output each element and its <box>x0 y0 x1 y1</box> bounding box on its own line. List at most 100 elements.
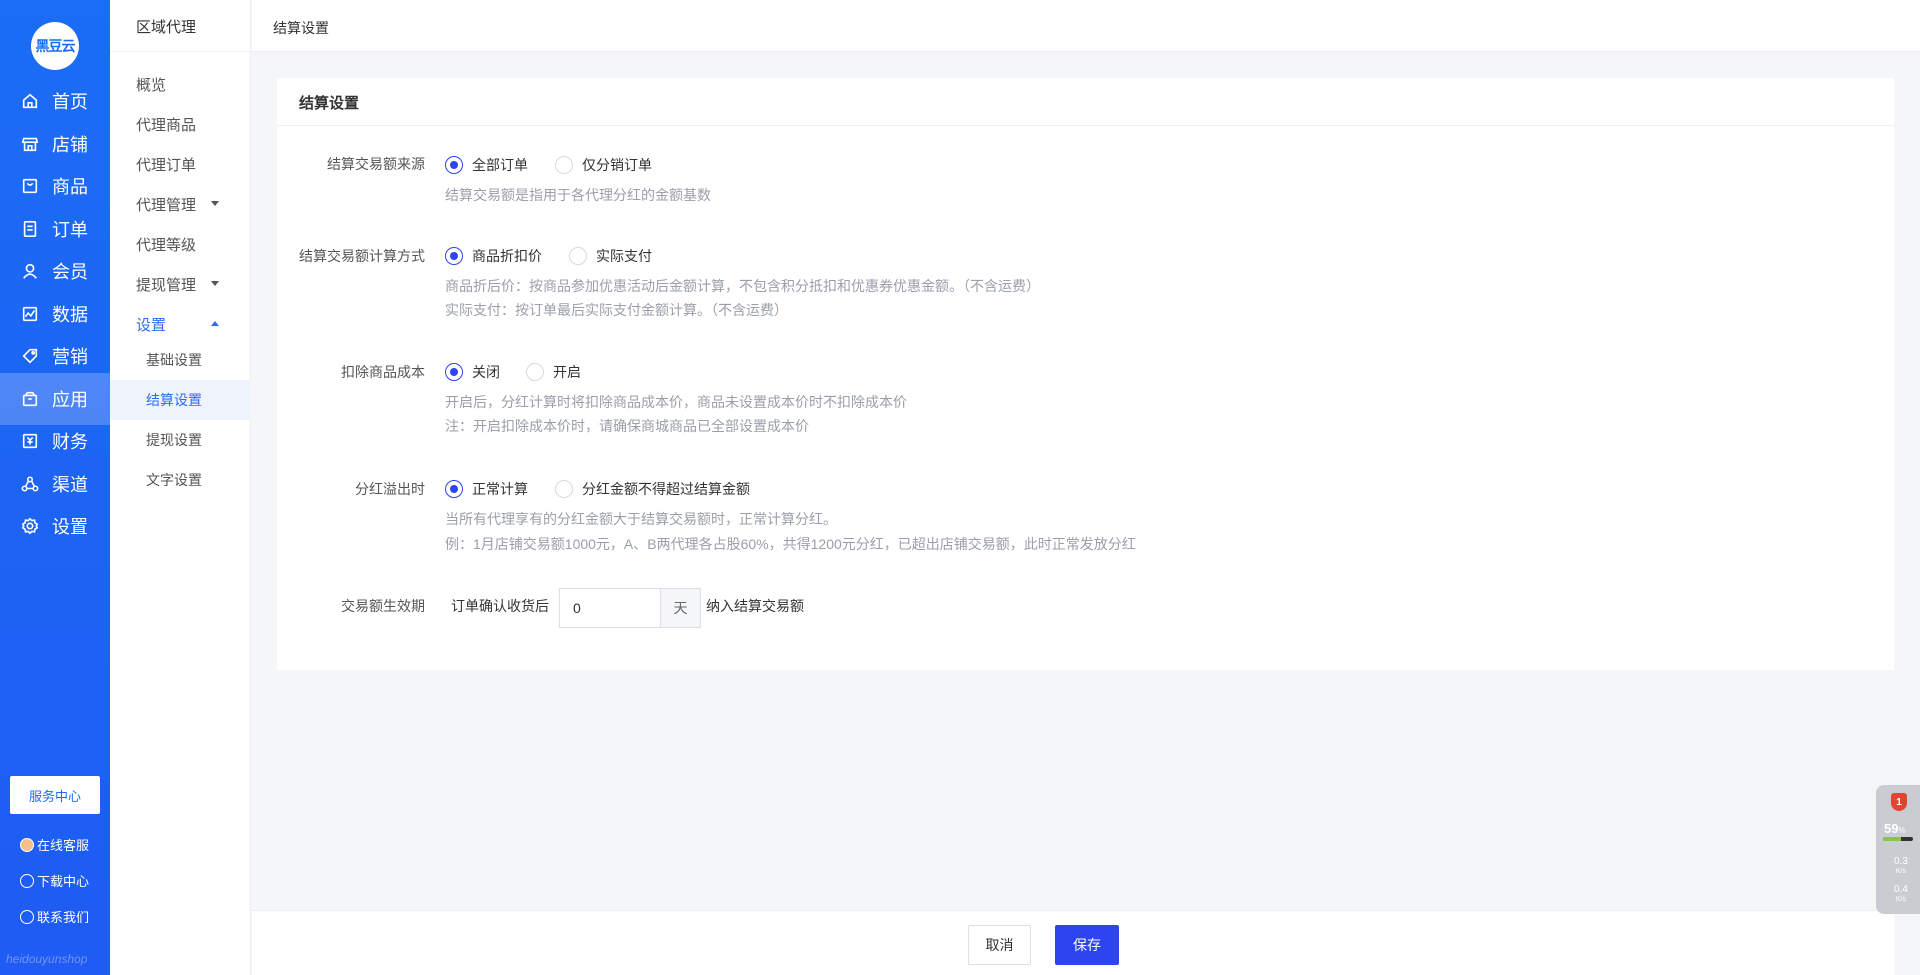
nav-label: 商品 <box>52 177 88 197</box>
sub-nav-agent-level[interactable]: 代理等级 <box>136 234 196 255</box>
radio-circle <box>445 156 463 174</box>
source-hint: 结算交易额是指用于各代理分红的金额基数 <box>445 187 711 203</box>
deduct-cost-option-on[interactable]: 开启 <box>526 362 581 382</box>
download-center-link[interactable]: 下载中心 <box>20 871 89 890</box>
order-icon <box>20 219 40 239</box>
source-option-all-orders[interactable]: 全部订单 <box>445 155 528 175</box>
member-icon <box>20 261 40 281</box>
nav-item-settings[interactable]: 设置 <box>0 500 110 552</box>
memory-usage-bar <box>1883 837 1913 841</box>
sub-nav-agent-goods[interactable]: 代理商品 <box>136 114 196 135</box>
overflow-option-cap[interactable]: 分红金额不得超过结算金额 <box>555 479 750 499</box>
memory-percent-value: 59 <box>1884 821 1899 836</box>
calc-option-actual-payment[interactable]: 实际支付 <box>569 246 652 266</box>
nav-label: 首页 <box>52 92 88 112</box>
sub-nav-text-settings[interactable]: 文字设置 <box>110 460 251 500</box>
overflow-option-normal[interactable]: 正常计算 <box>445 479 528 499</box>
sub-nav-overview[interactable]: 概览 <box>136 74 166 95</box>
effective-days-input-group: 天 <box>559 588 701 628</box>
sub-nav-agent-orders[interactable]: 代理订单 <box>136 154 196 175</box>
divider <box>277 125 1894 126</box>
radio-circle <box>526 363 544 381</box>
calc-hint: 实际支付：按订单最后实际支付金额计算。（不含运费） <box>445 302 788 318</box>
deduct-cost-hint: 开启后，分红计算时将扣除商品成本价，商品未设置成本价时不扣除成本价 <box>445 394 907 410</box>
radio-circle <box>445 363 463 381</box>
system-monitor-widget[interactable]: 1 59% 0.3 K/s 0.4 K/s <box>1876 785 1920 914</box>
deduct-cost-option-off[interactable]: 关闭 <box>445 362 500 382</box>
radio-label: 实际支付 <box>596 248 652 264</box>
nav-label: 营销 <box>52 347 88 367</box>
tag-icon <box>20 346 40 366</box>
radio-circle <box>445 247 463 265</box>
days-unit: 天 <box>660 589 700 627</box>
calc-hint: 商品折后价：按商品参加优惠活动后金额计算，不包含积分抵扣和优惠券优惠金额。（不含… <box>445 278 1040 294</box>
effective-prefix: 订单确认收货后 <box>451 598 549 614</box>
effective-suffix: 纳入结算交易额 <box>706 598 804 614</box>
brand-watermark: heidouyunshop <box>6 952 88 966</box>
radio-label: 开启 <box>553 364 581 380</box>
sub-nav-settlement-settings[interactable]: 结算设置 <box>110 380 251 420</box>
effective-days-input[interactable] <box>560 589 660 627</box>
finance-icon <box>20 431 40 451</box>
cancel-button[interactable]: 取消 <box>968 925 1031 965</box>
upload-speed: 0.3 K/s <box>1894 857 1908 877</box>
nav-label: 会员 <box>52 262 88 282</box>
app-box-icon <box>20 389 40 409</box>
download-center-label: 下载中心 <box>37 874 90 889</box>
upload-speed-value: 0.3 <box>1894 856 1908 867</box>
overflow-hint: 当所有代理享有的分红金额大于结算交易额时，正常计算分红。 <box>445 511 837 527</box>
sub-nav-settings[interactable]: 设置 <box>136 314 241 335</box>
deduct-cost-label: 扣除商品成本 <box>341 364 425 380</box>
nav-label: 数据 <box>52 305 88 325</box>
nav-label: 设置 <box>52 517 88 537</box>
percent-unit: % <box>1898 826 1906 835</box>
download-speed-value: 0.4 <box>1894 884 1908 895</box>
sub-nav-withdraw-manage[interactable]: 提现管理 <box>136 274 241 295</box>
sub-nav-basic-settings[interactable]: 基础设置 <box>110 340 251 380</box>
memory-usage-fill <box>1883 837 1901 841</box>
brand-logo[interactable]: 黑豆云 <box>31 22 79 70</box>
source-option-distribution-orders[interactable]: 仅分销订单 <box>555 155 652 175</box>
deduct-cost-hint: 注：开启扣除成本价时，请确保商城商品已全部设置成本价 <box>445 418 809 434</box>
sub-nav-label: 提现管理 <box>136 277 197 294</box>
avatar-icon <box>20 837 34 852</box>
caret-down-icon <box>211 281 219 286</box>
overflow-label: 分红溢出时 <box>355 481 425 497</box>
save-button[interactable]: 保存 <box>1055 925 1119 965</box>
calc-option-discount-price[interactable]: 商品折扣价 <box>445 246 542 266</box>
service-center-button[interactable]: 服务中心 <box>10 776 100 814</box>
divider <box>110 51 251 52</box>
radio-label: 正常计算 <box>472 481 528 497</box>
contact-us-label: 联系我们 <box>37 910 90 925</box>
online-service-link[interactable]: 在线客服 <box>20 835 89 854</box>
top-header: 结算设置 <box>252 0 1920 52</box>
calc-method-label: 结算交易额计算方式 <box>299 248 425 264</box>
radio-label: 分红金额不得超过结算金额 <box>582 481 750 497</box>
nav-label: 订单 <box>52 220 88 240</box>
card-title: 结算设置 <box>299 95 360 112</box>
bottom-action-bar: 取消 保存 <box>252 910 1894 975</box>
download-speed: 0.4 K/s <box>1894 885 1908 905</box>
sub-nav: 区域代理 概览 代理商品 代理订单 代理管理 代理等级 提现管理 设置 基础设置… <box>110 0 251 975</box>
download-icon <box>20 873 34 888</box>
sub-nav-withdraw-settings[interactable]: 提现设置 <box>110 420 251 460</box>
sub-nav-label: 代理管理 <box>136 197 197 214</box>
gear-icon <box>20 516 40 536</box>
chart-icon <box>20 304 40 324</box>
radio-label: 关闭 <box>472 364 500 380</box>
radio-circle <box>445 480 463 498</box>
sub-nav-label: 设置 <box>136 317 167 334</box>
settlement-settings-card: 结算设置 结算交易额来源 全部订单 仅分销订单 结算交易额是指用于各代理分红的金… <box>277 78 1894 670</box>
nav-label: 财务 <box>52 432 88 452</box>
online-service-label: 在线客服 <box>37 838 90 853</box>
main-nav: 黑豆云 首页 店铺 商品 订单 会员 数据 营销 应用 财务 渠道 设置 服务中… <box>0 0 110 975</box>
caret-down-icon <box>211 201 219 206</box>
sub-nav-agent-manage[interactable]: 代理管理 <box>136 194 241 215</box>
contact-us-link[interactable]: 联系我们 <box>20 907 89 926</box>
security-shield-icon: 1 <box>1891 793 1907 811</box>
sub-nav-title: 区域代理 <box>136 19 197 36</box>
radio-circle <box>569 247 587 265</box>
nav-label: 渠道 <box>52 475 88 495</box>
speed-unit: K/s <box>1895 868 1907 875</box>
chat-icon <box>20 909 34 924</box>
